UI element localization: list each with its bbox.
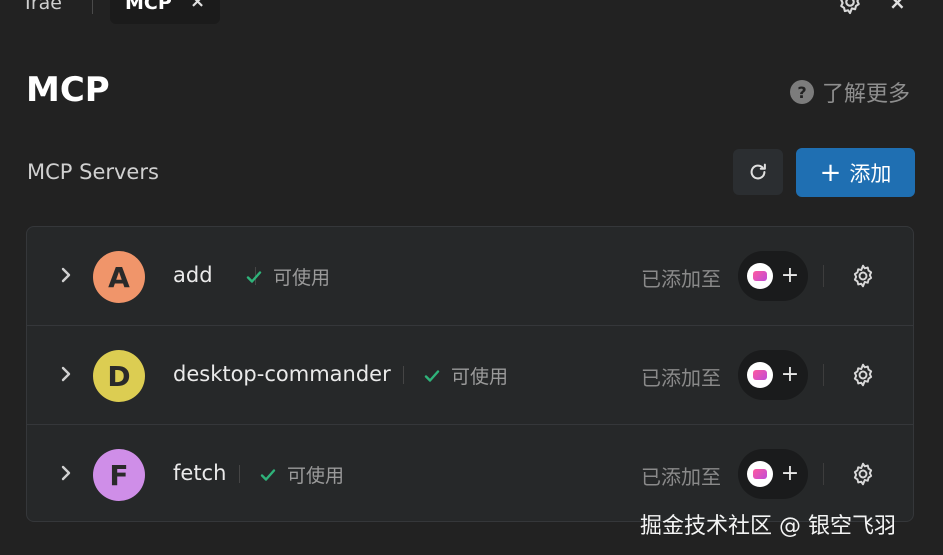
check-icon xyxy=(246,270,262,283)
refresh-button[interactable] xyxy=(733,149,783,195)
status-badge: 可使用 xyxy=(423,362,508,389)
plus-icon: + xyxy=(780,263,800,288)
status-label: 可使用 xyxy=(273,267,331,289)
settings-gear-icon[interactable] xyxy=(836,0,864,16)
status-label: 可使用 xyxy=(451,366,509,388)
server-settings-gear-icon[interactable] xyxy=(850,461,876,487)
status-badge: 可使用 xyxy=(245,263,330,290)
status-badge: 可使用 xyxy=(259,461,344,488)
learn-more-label: 了解更多 xyxy=(822,82,911,107)
divider xyxy=(403,366,404,384)
add-button-label: 添加 xyxy=(849,161,892,186)
refresh-icon xyxy=(750,163,766,180)
server-list: A add 可使用 已添加至 + D desktop-commander 可使用… xyxy=(26,226,914,522)
avatar: F xyxy=(93,449,145,501)
added-to-chip[interactable]: + xyxy=(738,350,808,400)
add-server-button[interactable]: + 添加 xyxy=(796,148,915,197)
avatar: A xyxy=(93,251,145,303)
tab-close-icon[interactable]: × xyxy=(190,0,205,12)
app-icon xyxy=(746,362,773,388)
check-icon xyxy=(424,369,440,382)
added-to-label: 已添加至 xyxy=(641,267,721,291)
section-title: MCP Servers xyxy=(27,160,159,184)
help-icon: ? xyxy=(790,80,814,104)
server-row-add: A add 可使用 已添加至 + xyxy=(27,227,913,326)
window-close-icon[interactable]: × xyxy=(889,0,906,14)
divider xyxy=(239,465,240,483)
server-row-desktop-commander: D desktop-commander 可使用 已添加至 + xyxy=(27,326,913,425)
divider xyxy=(823,265,824,287)
tab-divider xyxy=(92,0,93,14)
server-name[interactable]: fetch xyxy=(173,461,226,485)
chevron-right-icon[interactable] xyxy=(59,364,73,384)
plus-icon: + xyxy=(780,362,800,387)
check-icon xyxy=(260,468,276,481)
tab-mcp-label: MCP xyxy=(125,0,172,14)
chevron-right-icon[interactable] xyxy=(59,265,73,285)
plus-icon: + xyxy=(780,461,800,486)
learn-more-link[interactable]: ? 了解更多 xyxy=(790,76,910,108)
added-to-chip[interactable]: + xyxy=(738,251,808,301)
app-icon xyxy=(746,461,773,487)
divider xyxy=(823,364,824,386)
added-to-chip[interactable]: + xyxy=(738,449,808,499)
avatar: D xyxy=(93,350,145,402)
chevron-right-icon[interactable] xyxy=(59,463,73,483)
added-to-label: 已添加至 xyxy=(641,465,721,489)
status-label: 可使用 xyxy=(287,465,345,487)
server-settings-gear-icon[interactable] xyxy=(850,263,876,289)
tab-trae[interactable]: Trae xyxy=(22,0,62,14)
divider xyxy=(823,463,824,485)
plus-icon: + xyxy=(819,157,842,188)
server-name[interactable]: desktop-commander xyxy=(173,362,391,386)
page-title: MCP xyxy=(26,70,110,110)
watermark: 掘金技术社区 @ 银空飞羽 xyxy=(640,514,896,539)
added-to-label: 已添加至 xyxy=(641,366,721,390)
app-icon xyxy=(746,263,773,289)
server-settings-gear-icon[interactable] xyxy=(850,362,876,388)
server-name[interactable]: add xyxy=(173,263,213,287)
